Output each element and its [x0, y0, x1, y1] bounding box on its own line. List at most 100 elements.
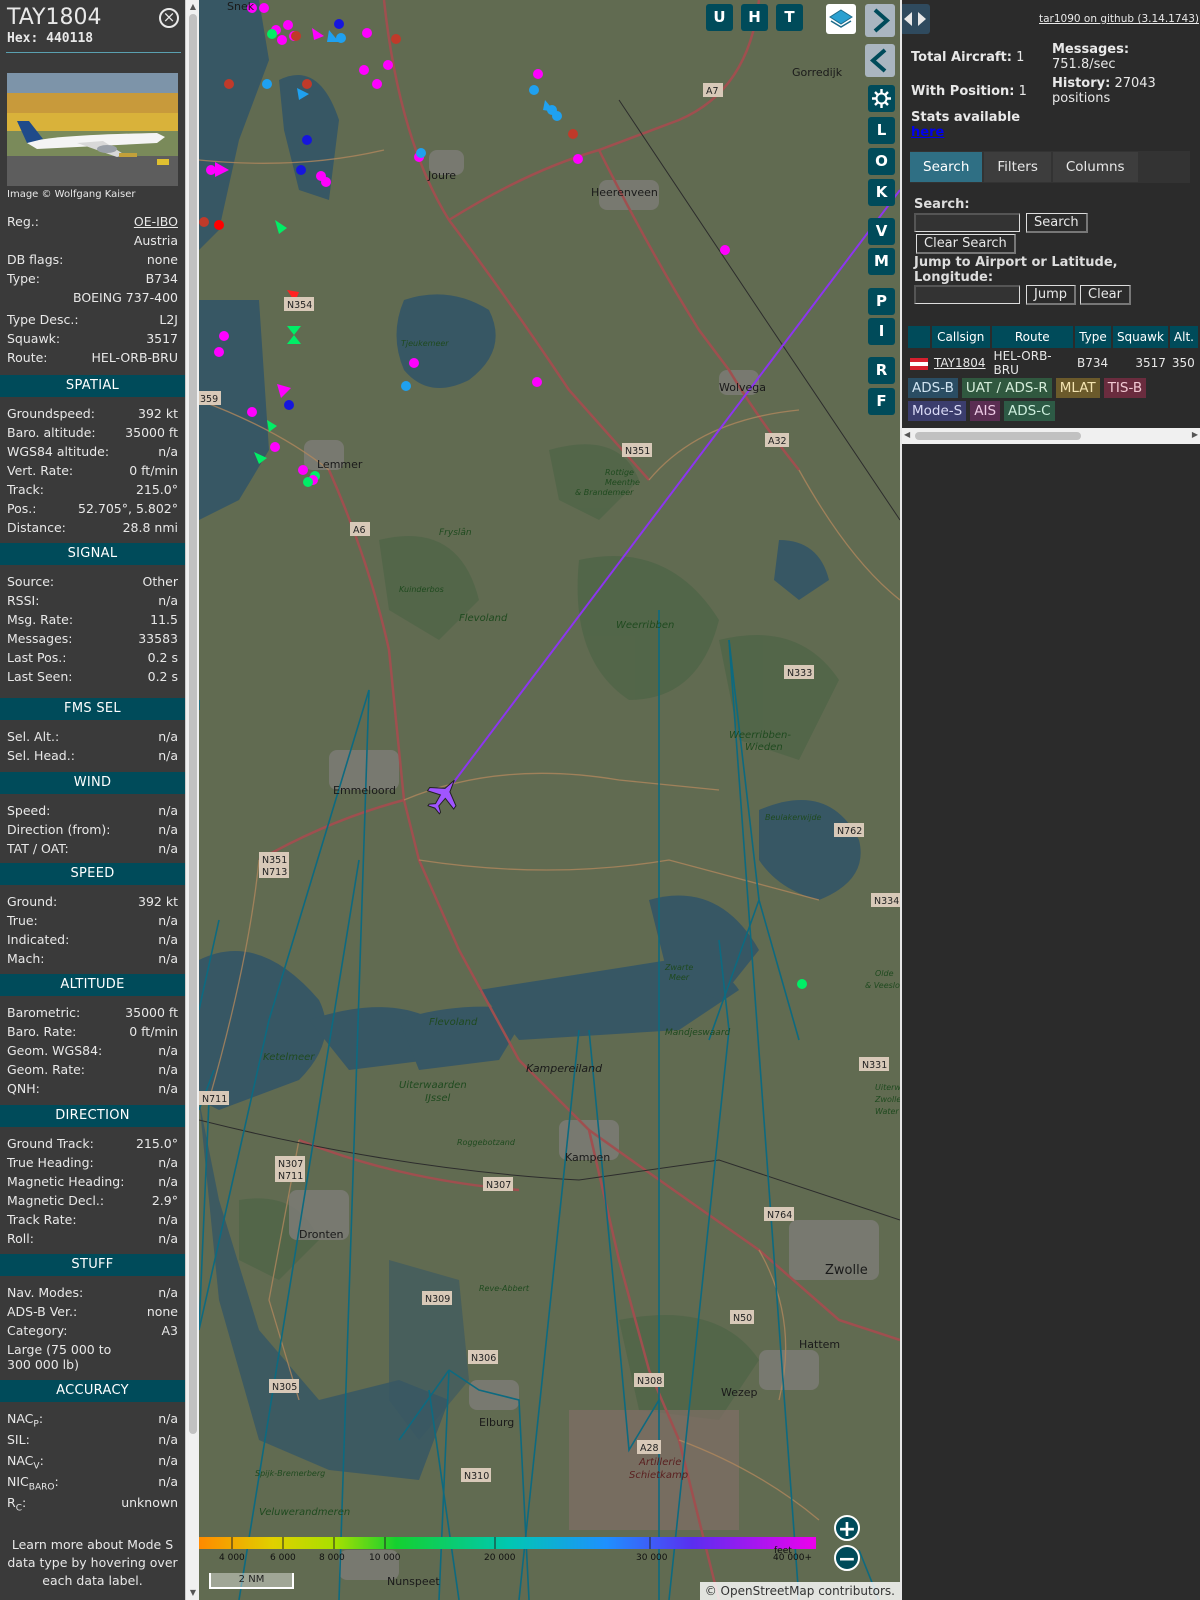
map-button-p[interactable]: P — [868, 288, 895, 315]
info-label[interactable]: True Heading: — [7, 1154, 94, 1172]
scroll-right-icon[interactable]: ▶ — [1192, 430, 1198, 439]
section-speed[interactable]: SPEED — [0, 863, 185, 885]
col-type[interactable]: Type — [1075, 326, 1111, 348]
jump-input[interactable] — [914, 285, 1020, 304]
info-label[interactable]: Last Seen: — [7, 668, 72, 686]
info-label[interactable]: Magnetic Heading: — [7, 1173, 124, 1191]
info-label[interactable]: Source: — [7, 573, 54, 591]
info-label[interactable]: TAT / OAT: — [7, 840, 69, 858]
map-button-m[interactable]: M — [868, 248, 895, 275]
info-label[interactable]: Groundspeed: — [7, 405, 95, 423]
row-callsign[interactable]: TAY1804 — [932, 349, 990, 377]
map-button-l[interactable]: L — [868, 117, 895, 144]
info-label[interactable]: Speed: — [7, 802, 50, 820]
info-label[interactable]: Mach: — [7, 950, 44, 968]
info-label[interactable]: NICBARO: — [7, 1473, 59, 1493]
map-button-r[interactable]: R — [868, 357, 895, 384]
section-stuff[interactable]: STUFF — [0, 1254, 185, 1276]
scroll-down-icon[interactable]: ▼ — [186, 1586, 200, 1600]
info-label[interactable]: Vert. Rate: — [7, 462, 73, 480]
table-horizontal-scrollbar[interactable]: ◀ ▶ — [902, 428, 1200, 444]
search-input[interactable] — [914, 213, 1020, 232]
registration-link[interactable]: OE-IBO — [134, 213, 178, 231]
collapse-right-panel-button[interactable] — [865, 4, 895, 37]
map-attribution[interactable]: © OpenStreetMap contributors. — [699, 1582, 900, 1600]
scroll-thumb[interactable] — [189, 14, 197, 1434]
info-label[interactable]: SIL: — [7, 1431, 30, 1449]
hscroll-thumb[interactable] — [915, 432, 1081, 440]
info-label[interactable]: NACP: — [7, 1410, 43, 1430]
info-label[interactable]: Msg. Rate: — [7, 611, 73, 629]
clear-jump-button[interactable]: Clear — [1080, 285, 1131, 305]
aircraft-photo[interactable] — [7, 73, 178, 186]
scroll-left-icon[interactable]: ◀ — [904, 430, 910, 439]
info-label[interactable]: NACV: — [7, 1452, 44, 1472]
info-label[interactable]: Baro. altitude: — [7, 424, 96, 442]
github-link[interactable]: tar1090 on github (3.14.1743) — [1039, 13, 1199, 25]
section-wind[interactable]: WIND — [0, 772, 185, 794]
info-label[interactable]: Indicated: — [7, 931, 69, 949]
info-label[interactable]: Magnetic Decl.: — [7, 1192, 104, 1210]
section-altitude[interactable]: ALTITUDE — [0, 974, 185, 996]
info-label[interactable]: Pos.: — [7, 500, 36, 518]
section-signal[interactable]: SIGNAL — [0, 543, 185, 565]
map[interactable]: A7 A6 A32 A28 N351 N333 N762 N334 N331 N… — [199, 0, 900, 1600]
col-squawk[interactable]: Squawk — [1112, 326, 1168, 348]
close-icon[interactable]: × — [159, 8, 179, 28]
info-label[interactable]: RC: — [7, 1494, 26, 1514]
info-label[interactable]: RSSI: — [7, 592, 39, 610]
info-label[interactable]: WGS84 altitude: — [7, 443, 109, 461]
info-label[interactable]: Sel. Alt.: — [7, 728, 59, 746]
section-spatial[interactable]: SPATIAL — [0, 375, 185, 397]
map-button-i[interactable]: I — [868, 318, 895, 345]
info-label[interactable]: Last Pos.: — [7, 649, 66, 667]
map-button-o[interactable]: O — [868, 148, 895, 175]
stats-link[interactable]: here — [911, 125, 944, 140]
map-button-u[interactable]: U — [706, 4, 733, 31]
col-alt[interactable]: Alt. — [1169, 326, 1198, 348]
info-label[interactable]: Ground: — [7, 893, 57, 911]
scroll-up-icon[interactable]: ▲ — [186, 0, 200, 14]
col-callsign[interactable]: Callsign — [932, 326, 990, 348]
info-label[interactable]: Sel. Head.: — [7, 747, 75, 765]
map-button-t[interactable]: T — [776, 4, 803, 31]
zoom-in-button[interactable]: + — [834, 1515, 860, 1542]
section-accuracy[interactable]: ACCURACY — [0, 1380, 185, 1402]
info-label[interactable]: Ground Track: — [7, 1135, 94, 1153]
jump-button[interactable]: Jump — [1026, 285, 1076, 305]
info-label[interactable]: Direction (from): — [7, 821, 111, 839]
table-row[interactable]: TAY1804 HEL-ORB-BRU B734 3517 350 — [908, 349, 1198, 377]
tab-search[interactable]: Search — [910, 152, 983, 182]
info-label[interactable]: Baro. Rate: — [7, 1023, 76, 1041]
info-label[interactable]: Track Rate: — [7, 1211, 77, 1229]
info-label[interactable]: Distance: — [7, 519, 66, 537]
info-label[interactable]: Geom. WGS84: — [7, 1042, 102, 1060]
tab-columns[interactable]: Columns — [1052, 152, 1138, 182]
map-button-h[interactable]: H — [741, 4, 768, 31]
zoom-out-button[interactable]: − — [834, 1545, 860, 1572]
gear-icon[interactable] — [868, 85, 895, 112]
toggle-sidebar-button[interactable] — [900, 4, 930, 34]
info-label[interactable]: True: — [7, 912, 38, 930]
col-route[interactable]: Route — [991, 326, 1074, 348]
info-label[interactable]: Nav. Modes: — [7, 1284, 83, 1302]
section-direction[interactable]: DIRECTION — [0, 1105, 185, 1127]
map-button-v[interactable]: V — [868, 218, 895, 245]
search-button[interactable]: Search — [1026, 213, 1088, 233]
info-label[interactable]: Category: — [7, 1322, 67, 1340]
layers-icon[interactable] — [826, 4, 856, 34]
clear-search-button[interactable]: Clear Search — [916, 234, 1016, 254]
info-label[interactable]: Roll: — [7, 1230, 34, 1248]
info-label[interactable]: Geom. Rate: — [7, 1061, 85, 1079]
section-fms[interactable]: FMS SEL — [0, 698, 185, 720]
info-label[interactable]: Track: — [7, 481, 44, 499]
col-flag[interactable] — [908, 326, 930, 348]
expand-panel-button[interactable] — [865, 44, 895, 77]
map-button-f[interactable]: F — [868, 388, 895, 415]
info-label[interactable]: QNH: — [7, 1080, 40, 1098]
info-scrollbar[interactable]: ▲ ▼ — [185, 0, 199, 1600]
map-button-k[interactable]: K — [868, 179, 895, 206]
map-canvas[interactable]: A7 A6 A32 A28 N351 N333 N762 N334 N331 N… — [199, 0, 900, 1600]
info-label[interactable]: Messages: — [7, 630, 73, 648]
info-label[interactable]: Barometric: — [7, 1004, 80, 1022]
